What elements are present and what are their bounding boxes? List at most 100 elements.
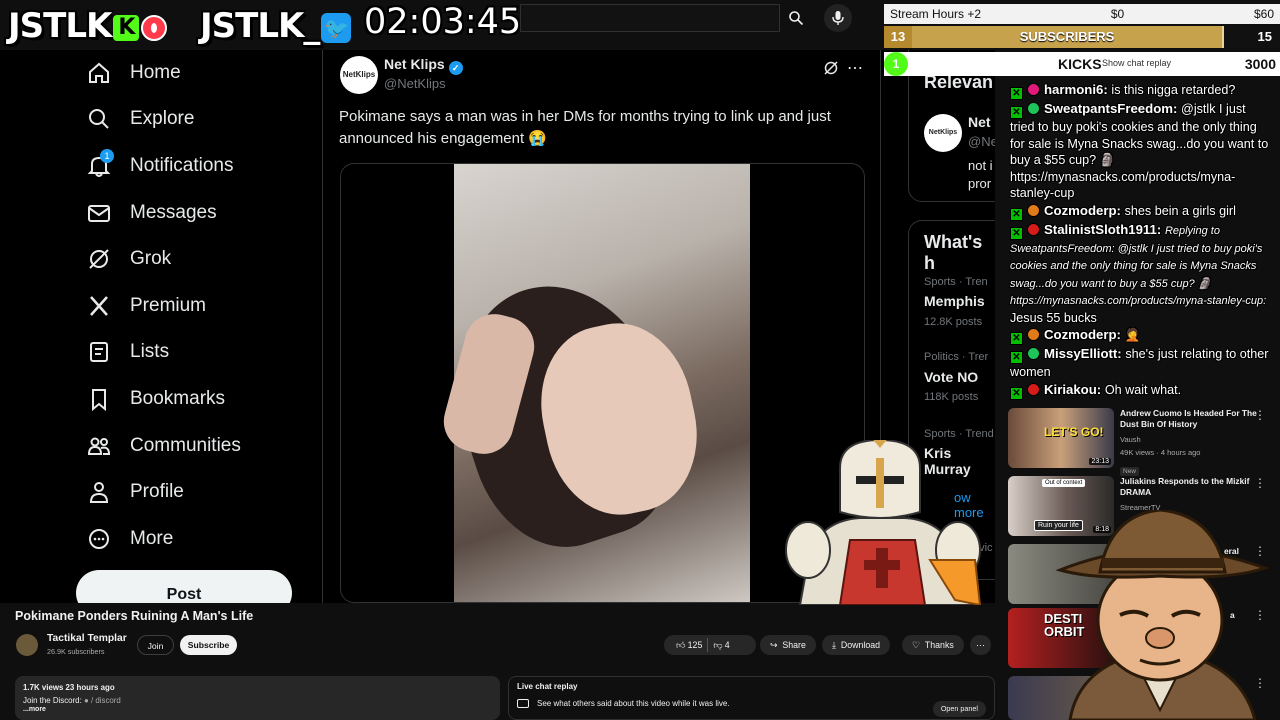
chat-message: ✕ MissyElliott: she's just relating to ot… <box>1010 346 1269 379</box>
chat-text: Jesus 55 bucks <box>1010 310 1097 325</box>
chat-text: 🤦 <box>1124 328 1141 342</box>
chat-username[interactable]: StalinistSloth1911 <box>1044 222 1157 237</box>
description-box[interactable]: 1.7K views 23 hours ago Join the Discord… <box>15 676 500 720</box>
search-button[interactable] <box>780 4 812 32</box>
sidebar-item-bookmarks[interactable]: Bookmarks <box>86 382 225 416</box>
sidebar-video[interactable]: LET'S GO! 23:13 Andrew Cuomo Is Headed F… <box>1008 408 1280 476</box>
more-options-icon[interactable]: ⋯ <box>847 58 863 78</box>
video-channel[interactable]: Vaush <box>1120 435 1141 444</box>
sidebar-item-label: Premium <box>130 295 207 316</box>
sidebar-item-label: More <box>130 528 174 549</box>
chat-message: ✕ Cozmoderp: 🤦 <box>1010 327 1272 345</box>
envelope-icon <box>86 200 112 226</box>
kicks-bar: 1 KICKS Show chat replay 3000 <box>884 52 1280 76</box>
chat-username[interactable]: Kiriakou <box>1044 382 1097 397</box>
subscribers-bar: 13 SUBSCRIBERS 15 <box>884 26 1280 48</box>
chat-username[interactable]: Cozmoderp <box>1044 327 1117 342</box>
discord-link[interactable]: / discord <box>91 696 121 705</box>
sidebar-item-grok[interactable]: Grok <box>86 242 171 276</box>
grok-icon <box>86 246 112 272</box>
sidebar-item-notifications[interactable]: 1 Notifications <box>86 149 234 183</box>
chat-message: ✕ Kiriakou: Oh wait what. <box>1010 382 1272 400</box>
whats-happening-title: What's h <box>924 232 983 273</box>
trend-name[interactable]: Memphis <box>924 293 985 309</box>
open-panel-button[interactable]: Open panel <box>932 701 986 717</box>
thanks-button[interactable]: ♡ Thanks <box>902 635 964 655</box>
show-more-link[interactable]: ...more <box>23 706 492 714</box>
subscribe-button[interactable]: Subscribe <box>180 635 237 655</box>
video-thumbnail[interactable]: LET'S GO! 23:13 <box>1008 408 1114 468</box>
trend-name[interactable]: Vote NO <box>924 369 978 385</box>
post-button[interactable]: Post <box>76 570 292 603</box>
chat-username[interactable]: SweatpantsFreedom <box>1044 101 1173 116</box>
share-button[interactable]: ↪ Share <box>760 635 816 655</box>
verified-badge-icon: ✓ <box>448 61 463 75</box>
grok-icon[interactable] <box>823 60 839 81</box>
more-actions-button[interactable]: ⋯ <box>970 635 991 655</box>
trend-count: 12.8K posts <box>924 316 983 328</box>
relevant-avatar[interactable]: NetKlips <box>924 114 962 152</box>
knight-mascot-image <box>785 440 982 605</box>
like-button[interactable]: 👍︎ 125 <box>676 640 702 651</box>
home-icon <box>86 60 112 86</box>
relevant-handle[interactable]: @Ne <box>968 134 995 149</box>
video-menu-icon[interactable]: ⋮ <box>1254 476 1266 490</box>
sidebar-item-messages[interactable]: Messages <box>86 196 217 230</box>
sidebar-item-communities[interactable]: Communities <box>86 429 241 463</box>
sidebar-item-premium[interactable]: Premium <box>86 289 206 323</box>
kick-logo-icon: K <box>113 14 140 41</box>
sidebar-item-home[interactable]: Home <box>86 56 181 90</box>
youtube-search-input[interactable] <box>520 4 780 32</box>
user-badge-icon <box>1027 203 1040 217</box>
sidebar-item-label: Explore <box>130 108 195 129</box>
people-icon <box>86 433 112 459</box>
kicks-value: 3000 <box>1244 56 1276 72</box>
sidebar-item-profile[interactable]: Profile <box>86 475 184 509</box>
channel-avatar[interactable] <box>16 634 38 656</box>
kicks-badge: 1 <box>884 52 908 76</box>
search-icon <box>789 11 804 26</box>
description-line: Join the Discord: <box>23 696 82 705</box>
trend-meta: Sports · Trend <box>924 428 994 440</box>
live-chat-replay-box: Live chat replay See what others said ab… <box>508 676 995 720</box>
chat-text: @jstlk I just tried to buy poki's cookie… <box>1010 102 1269 200</box>
bookmark-icon <box>86 386 112 412</box>
tweet-author-handle[interactable]: @NetKlips <box>384 76 446 91</box>
kicks-label: KICKS <box>1058 56 1102 72</box>
tweet-author-name[interactable]: Net Klips ✓ <box>384 56 463 75</box>
sidebar-item-more[interactable]: More <box>86 522 173 556</box>
user-badge-icon <box>1027 83 1040 96</box>
tweet-author-avatar[interactable]: NetKlips <box>340 56 378 94</box>
more-horizontal-icon: ⋯ <box>976 639 985 650</box>
person-icon <box>86 479 112 505</box>
record-icon <box>141 14 168 41</box>
live-chat-title: Live chat replay <box>517 682 578 691</box>
mod-badge-icon: ✕ <box>1010 106 1023 119</box>
video-title[interactable]: Juliakins Responds to the Mizkif DRAMA <box>1120 476 1258 498</box>
chat-text: Oh wait what. <box>1104 382 1182 397</box>
show-chat-replay-label[interactable]: Show chat replay <box>1102 58 1171 68</box>
thumbnail-text: LET'S GO! <box>1044 425 1104 439</box>
video-meta: 49K views · 4 hours ago <box>1120 448 1201 457</box>
voice-search-button[interactable] <box>824 4 852 32</box>
chat-panel: ✕ harmoni6: is this nigga retarded? ✕ Sweat… <box>1010 82 1272 404</box>
dislike-button[interactable]: 👎︎ 4 <box>713 640 729 651</box>
channel-name[interactable]: Tactikal Templar <box>47 633 127 644</box>
jstlk-twitter-logo: JSTLK_ 🐦 <box>200 6 352 46</box>
chat-username[interactable]: harmoni6 <box>1044 82 1103 97</box>
sidebar-item-lists[interactable]: Lists <box>86 335 169 369</box>
relevant-name[interactable]: Net <box>968 114 991 130</box>
thumbs-down-icon: 👎︎ <box>713 639 723 650</box>
chat-username[interactable]: Cozmoderp <box>1044 203 1117 218</box>
download-button[interactable]: ⤓ Download <box>822 635 891 655</box>
chat-username[interactable]: MissyElliott <box>1044 346 1117 361</box>
sidebar-item-label: Home <box>130 62 181 83</box>
like-dislike-group: 👍︎ 125 👎︎ 4 <box>664 635 756 655</box>
join-button[interactable]: Join <box>137 635 174 655</box>
video-title[interactable]: Andrew Cuomo Is Headed For The Dust Bin … <box>1120 408 1258 430</box>
new-badge: New <box>1120 467 1140 476</box>
share-icon: ↪ <box>770 639 778 650</box>
video-frame <box>428 164 750 602</box>
video-menu-icon[interactable]: ⋮ <box>1254 408 1266 422</box>
sidebar-item-explore[interactable]: Explore <box>86 102 194 136</box>
